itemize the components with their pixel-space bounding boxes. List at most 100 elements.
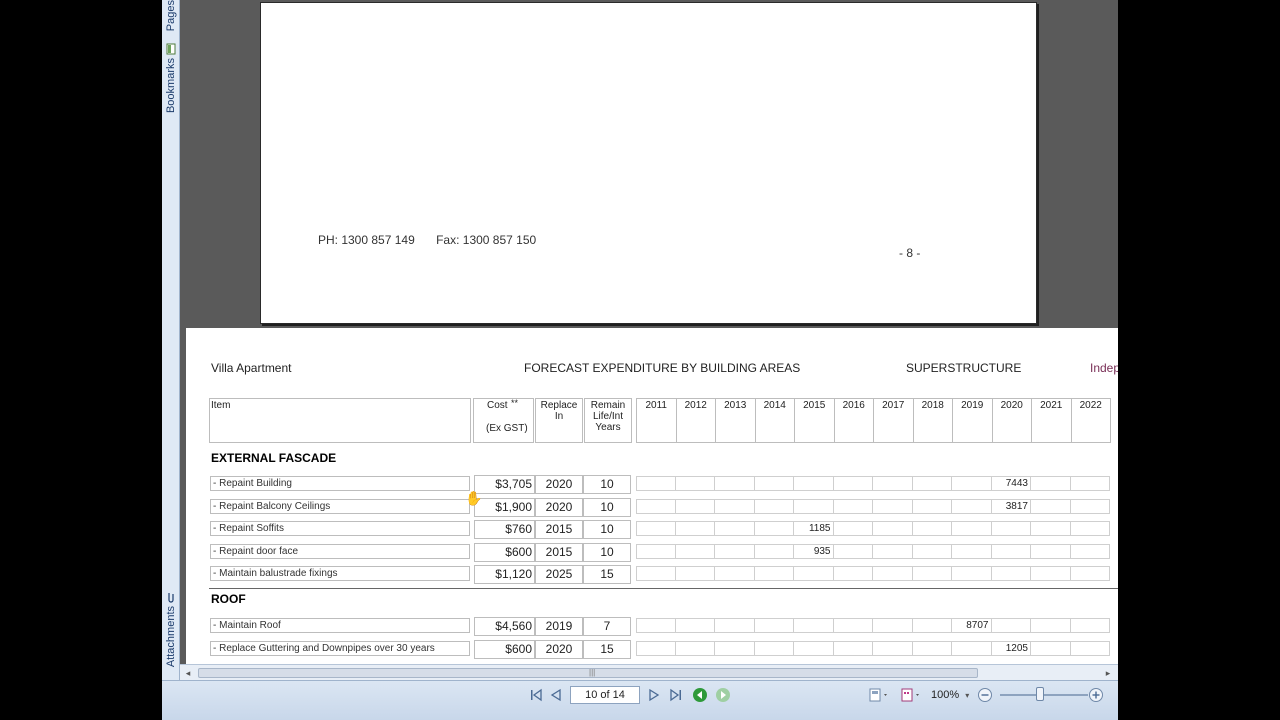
year-cell bbox=[754, 498, 794, 514]
year-cell bbox=[833, 543, 873, 559]
year-header-cell: 2013 bbox=[715, 398, 756, 443]
zoom-out-button[interactable] bbox=[976, 687, 994, 703]
year-cell bbox=[675, 566, 715, 582]
view-mode-icon bbox=[901, 688, 919, 702]
remain-cell: 7 bbox=[583, 617, 631, 636]
remain-header-line1: Remain bbox=[590, 400, 626, 411]
year-cell: 3817 bbox=[991, 498, 1031, 514]
last-page-button[interactable] bbox=[668, 687, 684, 703]
scroll-thumb[interactable]: ||| bbox=[198, 668, 978, 678]
cost-cell: $4,560 bbox=[474, 617, 535, 636]
year-cell bbox=[952, 521, 992, 537]
year-cell bbox=[912, 521, 952, 537]
zoom-in-button[interactable] bbox=[1087, 687, 1105, 703]
grip-icon: ||| bbox=[589, 668, 596, 677]
zoom-slider-track[interactable] bbox=[1000, 694, 1088, 696]
cost-cell: $1,120 bbox=[474, 565, 535, 585]
year-cell bbox=[794, 476, 834, 491]
view-mode-button[interactable] bbox=[900, 687, 924, 703]
section-title: EXTERNAL FASCADE bbox=[211, 451, 337, 465]
go-back-button[interactable] bbox=[691, 687, 709, 703]
year-cell bbox=[1031, 498, 1071, 514]
remain-cell: 15 bbox=[583, 565, 631, 585]
year-cell bbox=[912, 618, 952, 633]
horizontal-scrollbar[interactable]: ◂ ||| ▸ bbox=[180, 664, 1118, 680]
year-cell bbox=[675, 521, 715, 537]
zoom-level[interactable]: 100% ▾ bbox=[931, 689, 969, 701]
year-cell: 8707 bbox=[952, 618, 992, 633]
item-cell: - Repaint door face bbox=[210, 543, 470, 559]
year-cell: 1185 bbox=[794, 521, 834, 537]
scroll-right-icon[interactable]: ▸ bbox=[1102, 667, 1114, 679]
left-letterbox bbox=[0, 0, 162, 720]
contact-line: PH: 1300 857 149 Fax: 1300 857 150 bbox=[318, 233, 554, 247]
cost-cell: $600 bbox=[474, 542, 535, 562]
year-cell bbox=[1031, 543, 1071, 559]
year-cell bbox=[754, 521, 794, 537]
year-cell bbox=[636, 521, 676, 537]
replace-cell: 2015 bbox=[535, 542, 583, 562]
year-label: 2019 bbox=[961, 400, 984, 411]
year-header-cell: 2021 bbox=[1031, 398, 1072, 443]
cost-header-label: Cost bbox=[487, 400, 508, 411]
zoom-in-icon bbox=[1089, 688, 1103, 702]
report-title: Villa Apartment bbox=[211, 361, 292, 375]
page-9: Villa Apartment FORECAST EXPENDITURE BY … bbox=[186, 328, 1118, 664]
next-page-button[interactable] bbox=[646, 687, 662, 703]
remain-header-line3: Years bbox=[595, 422, 621, 433]
cost-cell: $760 bbox=[474, 520, 535, 540]
first-page-button[interactable] bbox=[528, 687, 544, 703]
page-layout-button[interactable] bbox=[868, 687, 892, 703]
page-number-input[interactable] bbox=[570, 686, 640, 704]
year-cell bbox=[912, 498, 952, 514]
pages-tab[interactable]: Pages bbox=[163, 0, 179, 31]
go-back-icon bbox=[693, 688, 707, 702]
year-cell bbox=[715, 543, 755, 559]
year-cell bbox=[873, 640, 913, 656]
year-cell bbox=[991, 618, 1031, 633]
document-area[interactable]: PH: 1300 857 149 Fax: 1300 857 150 - 8 -… bbox=[180, 0, 1118, 664]
year-cell bbox=[636, 640, 676, 656]
year-label: 2012 bbox=[684, 400, 707, 411]
report-category: SUPERSTRUCTURE bbox=[906, 361, 1022, 375]
cost-cell: $3,705 bbox=[474, 475, 535, 494]
bookmarks-tab[interactable]: Bookmarks bbox=[163, 40, 179, 113]
year-cell bbox=[754, 476, 794, 491]
previous-page-button[interactable] bbox=[548, 687, 564, 703]
go-forward-button[interactable] bbox=[714, 687, 732, 703]
remain-cell: 10 bbox=[583, 520, 631, 540]
cost-header: Cost ** (Ex GST) bbox=[473, 398, 534, 443]
zoom-slider-handle[interactable] bbox=[1036, 687, 1044, 701]
year-cell bbox=[912, 640, 952, 656]
remain-cell: 10 bbox=[583, 475, 631, 494]
year-cell bbox=[873, 566, 913, 582]
zoom-dropdown-icon[interactable]: ▾ bbox=[965, 691, 969, 700]
year-cell bbox=[1031, 476, 1071, 491]
attachments-tab[interactable]: Attachments bbox=[163, 588, 179, 667]
year-header-cell: 2012 bbox=[675, 398, 716, 443]
item-cell: - Replace Guttering and Downpipes over 3… bbox=[210, 640, 470, 656]
pdf-viewer: Pages Bookmarks Attachments PH: 1300 857… bbox=[162, 0, 1118, 720]
year-cell bbox=[794, 618, 834, 633]
year-header-cell: 2014 bbox=[754, 398, 795, 443]
year-header-cell: 2018 bbox=[912, 398, 953, 443]
last-page-icon bbox=[670, 688, 681, 702]
year-cell bbox=[715, 521, 755, 537]
year-cell bbox=[636, 476, 676, 491]
year-header-cell: 2022 bbox=[1070, 398, 1111, 443]
remain-cell: 10 bbox=[583, 497, 631, 517]
year-label: 2011 bbox=[645, 400, 667, 411]
year-header-cell: 2019 bbox=[952, 398, 993, 443]
navigation-panel: Pages Bookmarks Attachments bbox=[162, 0, 180, 684]
scroll-left-icon[interactable]: ◂ bbox=[182, 667, 194, 679]
year-cell bbox=[912, 476, 952, 491]
right-letterbox bbox=[1118, 0, 1280, 720]
year-cell bbox=[794, 640, 834, 656]
first-page-icon bbox=[531, 688, 542, 702]
year-cell bbox=[1070, 543, 1110, 559]
year-cell bbox=[675, 543, 715, 559]
year-cell bbox=[873, 498, 913, 514]
cost-cell: $600 bbox=[474, 639, 535, 659]
year-cell bbox=[715, 566, 755, 582]
year-label: 2022 bbox=[1079, 400, 1102, 411]
